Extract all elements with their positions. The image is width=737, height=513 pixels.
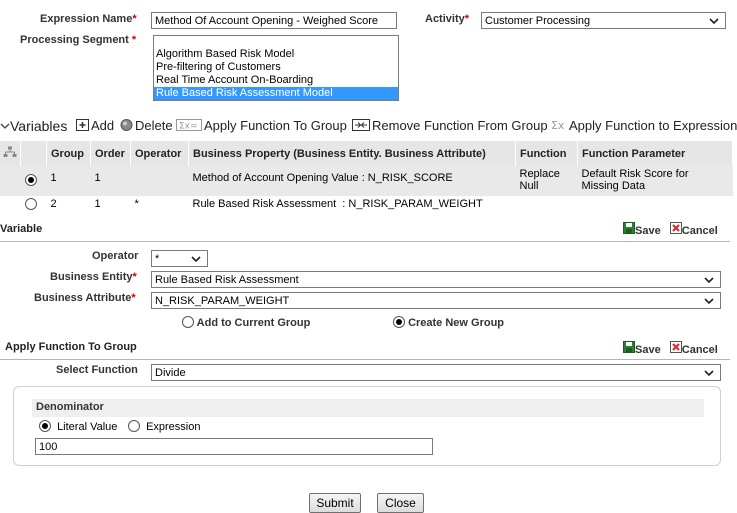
operator-cell	[130, 166, 189, 196]
business-attribute-label: Business Attribute*	[34, 292, 136, 304]
denominator-value-input[interactable]: 100	[35, 438, 433, 455]
add-icon	[76, 119, 89, 131]
group-cell: 2	[50, 198, 57, 210]
expression-name-label: Expression Name*	[40, 13, 137, 25]
expression-radio[interactable]	[128, 420, 140, 432]
variable-cancel-button[interactable]: Cancel	[669, 222, 718, 237]
order-cell: 1	[90, 166, 131, 196]
denominator-label: Denominator	[36, 401, 104, 413]
apply-save-button[interactable]: Save	[623, 341, 661, 356]
expression-name-input[interactable]: Method Of Account Opening - Weighed Scor…	[151, 12, 397, 29]
function-parameter-cell	[578, 196, 733, 214]
table-row[interactable]: 2 1 * Rule Based Risk Assessment : N_RIS…	[0, 196, 733, 214]
operator-cell: *	[134, 198, 139, 210]
delete-button[interactable]: Delete	[120, 116, 173, 136]
remove-function-from-group-button[interactable]: Remove Function From Group	[352, 116, 548, 136]
apply-function-section-title: Apply Function To Group	[5, 341, 137, 353]
save-icon	[623, 341, 635, 353]
chevron-down-icon	[704, 370, 714, 377]
create-new-group-option[interactable]: Create New Group	[393, 316, 504, 329]
function-cell	[516, 196, 578, 214]
variable-section-title: Variable	[0, 223, 43, 235]
select-header	[20, 141, 47, 166]
order-header: Order	[90, 141, 131, 166]
expression-option[interactable]: Expression	[128, 420, 200, 433]
hierarchy-icon	[3, 146, 17, 157]
literal-value-option[interactable]: Literal Value	[39, 420, 117, 433]
chevron-down-icon	[0, 123, 10, 129]
variables-toolbar: Variables Add Delete Σx= Apply Function T…	[0, 116, 737, 136]
operator-label: Operator	[92, 250, 139, 262]
literal-value-radio[interactable]	[39, 420, 51, 432]
create-new-group-radio[interactable]	[393, 316, 405, 328]
hierarchy-header[interactable]	[0, 141, 21, 166]
cancel-icon	[669, 222, 682, 234]
variable-save-button[interactable]: Save	[623, 222, 661, 237]
business-entity-label: Business Entity*	[50, 271, 137, 283]
chevron-down-icon	[191, 256, 201, 263]
cancel-icon	[669, 341, 682, 353]
divider	[0, 241, 730, 242]
function-header: Function	[515, 141, 578, 166]
svg-text:Σx=: Σx=	[179, 122, 198, 132]
business-attribute-select[interactable]: N_RISK_PARAM_WEIGHT	[151, 292, 721, 309]
property-cell: Method of Account Opening Value : N_RISK…	[188, 166, 516, 196]
property-cell: Rule Based Risk Assessment : N_RISK_PARA…	[192, 198, 483, 210]
add-to-current-group-radio[interactable]	[182, 316, 194, 328]
denominator-header: Denominator	[32, 399, 704, 417]
segment-option[interactable]: Pre-filtering of Customers	[154, 61, 398, 74]
order-cell: 1	[94, 198, 101, 210]
table-row[interactable]: 1 1 Method of Account Opening Value : N_…	[0, 166, 733, 196]
close-button[interactable]: Close	[377, 493, 424, 513]
remove-function-icon	[352, 119, 370, 131]
submit-button[interactable]: Submit	[309, 493, 361, 513]
segment-option-selected[interactable]: Rule Based Risk Assessment Model	[154, 87, 398, 100]
row-select-radio[interactable]	[24, 174, 37, 186]
select-function-select[interactable]: Divide	[151, 364, 721, 381]
operator-select[interactable]: *	[151, 250, 208, 267]
apply-function-to-expression-button[interactable]: Σx Apply Function to Expression	[551, 116, 737, 136]
svg-text:Σx: Σx	[551, 119, 565, 131]
processing-segment-listbox[interactable]: Algorithm Based Risk Model Pre-filtering…	[153, 35, 399, 101]
add-button[interactable]: Add	[76, 116, 114, 136]
apply-cancel-button[interactable]: Cancel	[669, 341, 718, 356]
segment-option[interactable]: Real Time Account On-Boarding	[154, 74, 398, 87]
function-cell: Replace Null	[515, 166, 578, 196]
function-parameter-header: Function Parameter	[577, 141, 733, 166]
operator-header: Operator	[130, 141, 189, 166]
business-entity-select[interactable]: Rule Based Risk Assessment	[151, 271, 721, 288]
function-parameter-cell: Default Risk Score for Missing Data	[577, 166, 733, 196]
business-property-header: Business Property (Business Entity. Busi…	[188, 141, 516, 166]
denominator-panel: Denominator Literal Value Expression 100	[13, 386, 721, 466]
select-function-label: Select Function	[56, 364, 138, 376]
variables-grid: Group Order Operator Business Property (…	[0, 141, 733, 214]
apply-function-to-group-button[interactable]: Σx= Apply Function To Group	[176, 116, 347, 136]
function-expression-icon: Σx	[551, 119, 565, 132]
divider	[0, 359, 730, 360]
segment-option[interactable]: Algorithm Based Risk Model	[154, 48, 398, 61]
delete-icon	[120, 119, 133, 131]
variables-collapse[interactable]: Variables	[0, 116, 67, 136]
chevron-down-icon	[704, 277, 714, 284]
chevron-down-icon	[709, 18, 719, 25]
processing-segment-label: Processing Segment *	[20, 34, 137, 46]
chevron-down-icon	[704, 298, 714, 305]
activity-label: Activity*	[425, 13, 470, 25]
activity-select[interactable]: Customer Processing	[481, 12, 726, 29]
row-select-radio[interactable]	[24, 198, 37, 210]
save-icon	[623, 222, 635, 234]
group-cell: 1	[46, 166, 91, 196]
function-icon: Σx=	[176, 119, 202, 132]
group-header: Group	[46, 141, 91, 166]
add-to-current-group-option[interactable]: Add to Current Group	[182, 316, 310, 329]
